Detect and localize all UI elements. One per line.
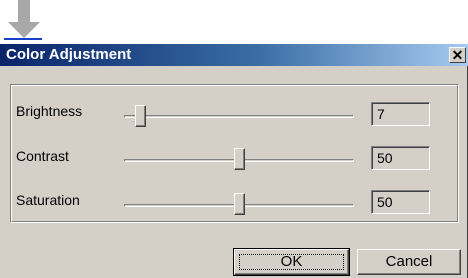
cancel-button-label: Cancel [385, 253, 433, 270]
background-area [0, 0, 468, 44]
saturation-slider-thumb[interactable] [233, 193, 245, 215]
link-underline [4, 38, 42, 40]
contrast-value-field[interactable]: 50 [371, 146, 430, 170]
color-adjustment-dialog: Color Adjustment ✕ Brightness 7 Contrast… [0, 44, 468, 278]
contrast-slider-thumb[interactable] [233, 148, 245, 170]
contrast-label: Contrast [16, 148, 69, 164]
brightness-value-field[interactable]: 7 [371, 102, 430, 126]
focus-rect [239, 254, 344, 270]
dialog-title: Color Adjustment [6, 46, 132, 63]
saturation-value-field[interactable]: 50 [371, 190, 430, 214]
cancel-button[interactable]: Cancel [357, 249, 461, 275]
close-button[interactable]: ✕ [449, 47, 466, 63]
brightness-slider-track[interactable] [124, 115, 354, 118]
ok-button[interactable]: OK [233, 248, 350, 276]
saturation-label: Saturation [16, 192, 80, 208]
titlebar[interactable]: Color Adjustment ✕ [0, 44, 468, 66]
brightness-slider-thumb[interactable] [134, 105, 146, 127]
close-icon: ✕ [451, 47, 464, 63]
brightness-label: Brightness [16, 103, 83, 119]
